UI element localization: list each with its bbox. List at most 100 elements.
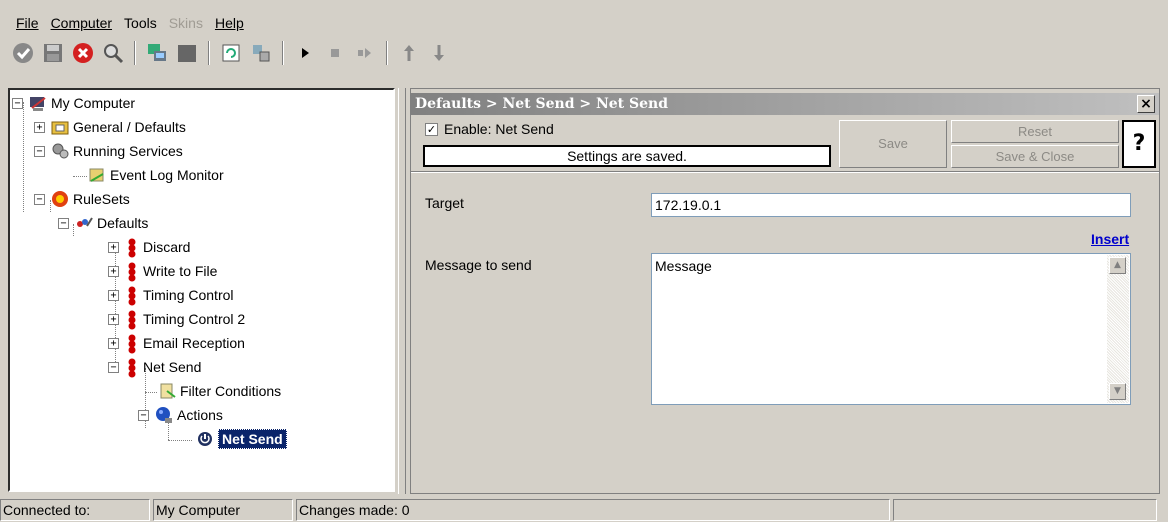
scroll-down-icon[interactable]: ▼ (1109, 383, 1126, 400)
target-label: Target (425, 195, 464, 211)
help-button[interactable]: ? (1122, 120, 1156, 168)
collapse-icon[interactable]: − (108, 361, 119, 373)
tree-node-action-net-send[interactable]: Net Send (196, 428, 287, 450)
save-icon[interactable] (41, 41, 65, 65)
collapse-icon[interactable]: − (12, 97, 23, 109)
folder-settings-icon (51, 118, 69, 136)
insert-link[interactable]: Insert (1091, 231, 1129, 247)
tree-connector (73, 176, 87, 177)
tree-node-rule-timing-control-2[interactable]: + Timing Control 2 (108, 308, 245, 330)
menu-help-label: Help (214, 15, 244, 31)
tree-label: General / Defaults (73, 119, 186, 135)
tree-label: My Computer (51, 95, 136, 111)
tree-label: Timing Control (143, 287, 234, 303)
tree-label: Net Send (143, 359, 202, 375)
block-icon[interactable] (175, 41, 199, 65)
tree-node-event-log-monitor[interactable]: Event Log Monitor (88, 164, 224, 186)
message-textarea[interactable]: Message ▲ ▼ (651, 253, 1131, 405)
menu-file[interactable]: File (16, 14, 39, 34)
ruleset-defaults-icon (75, 214, 93, 232)
status-bar: Connected to: My Computer Changes made: … (0, 498, 1168, 522)
tree-node-defaults[interactable]: − Defaults (58, 212, 148, 234)
computer-icon (29, 94, 47, 112)
network-icon[interactable] (145, 41, 169, 65)
tree-label: RuleSets (73, 191, 130, 207)
arrow-down-icon[interactable] (427, 41, 451, 65)
message-scrollbar[interactable]: ▲ ▼ (1107, 255, 1129, 403)
menu-computer[interactable]: Computer (51, 14, 112, 34)
menu-help[interactable]: Help (215, 14, 244, 34)
stop-icon[interactable] (323, 41, 347, 65)
save-close-button[interactable]: Save & Close (951, 145, 1119, 168)
collapse-icon[interactable]: − (138, 409, 149, 421)
expand-icon[interactable]: + (34, 121, 45, 133)
save-button[interactable]: Save (839, 120, 947, 168)
expand-icon[interactable]: + (108, 289, 119, 301)
play-icon[interactable] (293, 41, 317, 65)
panel-title: Defaults > Net Send > Net Send (415, 96, 669, 112)
tree-label: Running Services (73, 143, 183, 159)
reset-button[interactable]: Reset (951, 120, 1119, 143)
save-status: Settings are saved. (423, 145, 831, 167)
power-icon (196, 430, 214, 448)
tree-label: Event Log Monitor (110, 167, 224, 183)
close-button[interactable]: × (1137, 95, 1155, 113)
tree-node-my-computer[interactable]: − My Computer (12, 92, 135, 114)
tree-label: Actions (177, 407, 223, 423)
rule-icon (127, 334, 139, 354)
target-input[interactable]: 172.19.0.1 (651, 193, 1131, 217)
tree-node-rule-write-to-file[interactable]: + Write to File (108, 260, 217, 282)
scroll-up-icon[interactable]: ▲ (1109, 257, 1126, 274)
tree-node-rulesets[interactable]: − RuleSets (34, 188, 130, 210)
message-label: Message to send (425, 257, 532, 273)
check-icon[interactable] (11, 41, 35, 65)
tree-view[interactable]: − My Computer + General / Defaults − Run… (8, 88, 395, 492)
panel-splitter[interactable] (398, 88, 406, 494)
tree-connector (168, 440, 192, 441)
config-icon[interactable] (249, 41, 273, 65)
collapse-icon[interactable]: − (34, 193, 45, 205)
tree-label: Filter Conditions (180, 383, 282, 399)
status-connected-label: Connected to: (0, 499, 150, 521)
tree-node-actions[interactable]: − Actions (138, 404, 223, 426)
arrow-up-icon[interactable] (397, 41, 421, 65)
tree-connector (23, 102, 24, 212)
rule-icon (127, 358, 139, 378)
tree-node-rule-email-reception[interactable]: + Email Reception (108, 332, 245, 354)
tree-node-rule-net-send[interactable]: − Net Send (108, 356, 201, 378)
enable-checkbox-row[interactable]: ✓ Enable: Net Send (425, 121, 554, 137)
tree-node-rule-timing-control[interactable]: + Timing Control (108, 284, 234, 306)
gears-icon (51, 142, 69, 160)
message-text: Message (655, 258, 712, 274)
menu-skins[interactable]: Skins (169, 14, 203, 34)
rule-icon (127, 238, 139, 258)
expand-icon[interactable]: + (108, 337, 119, 349)
status-changes: Changes made: 0 (296, 499, 890, 521)
enable-checkbox[interactable]: ✓ (425, 122, 438, 136)
tree-node-running-services[interactable]: − Running Services (34, 140, 183, 162)
expand-icon[interactable]: + (108, 241, 119, 253)
tree-label: Defaults (97, 215, 149, 231)
collapse-icon[interactable]: − (34, 145, 45, 157)
settings-panel: Defaults > Net Send > Net Send × ✓ Enabl… (410, 88, 1160, 494)
tree-node-rule-discard[interactable]: + Discard (108, 236, 190, 258)
tree-node-filter-conditions[interactable]: Filter Conditions (158, 380, 281, 402)
stop-red-icon[interactable] (71, 41, 95, 65)
toolbar (8, 36, 454, 70)
search-icon[interactable] (101, 41, 125, 65)
step-icon[interactable] (353, 41, 377, 65)
menu-computer-label: Computer (50, 15, 113, 31)
menu-file-label: File (16, 15, 39, 31)
menu-tools[interactable]: Tools (124, 14, 157, 34)
rule-icon (127, 286, 139, 306)
refresh-icon[interactable] (219, 41, 243, 65)
tree-node-general-defaults[interactable]: + General / Defaults (34, 116, 186, 138)
tree-label: Timing Control 2 (143, 311, 246, 327)
status-extra (893, 499, 1157, 521)
expand-icon[interactable]: + (108, 313, 119, 325)
status-computer: My Computer (153, 499, 293, 521)
collapse-icon[interactable]: − (58, 217, 69, 229)
filter-icon (158, 382, 176, 400)
expand-icon[interactable]: + (108, 265, 119, 277)
tree-label-selected: Net Send (218, 429, 287, 449)
